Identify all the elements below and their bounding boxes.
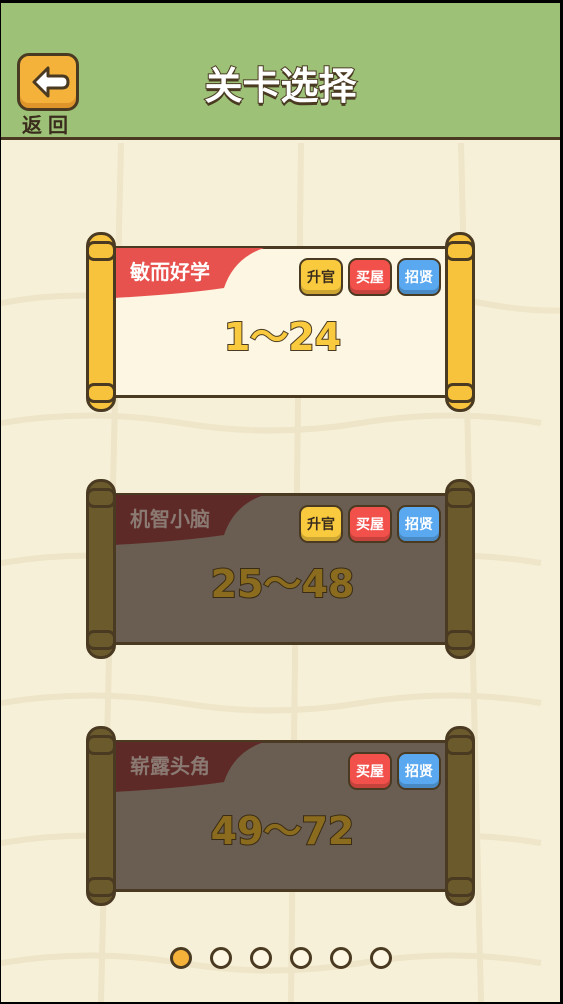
level-name: 敏而好学 [130,260,210,284]
scroll-rod-right [445,479,475,659]
level-name: 机智小脑 [130,507,210,531]
level-name: 崭露头角 [130,754,210,778]
reward-badges: 升官 买屋 招贤 [299,505,441,543]
badge-recruit: 招贤 [397,752,441,790]
page-title: 关卡选择 [203,63,357,109]
page-dot[interactable] [249,947,272,969]
level-range: 1～24 [223,314,342,360]
reward-badges: 升官 买屋 招贤 [299,258,441,296]
scroll-rod-left [86,232,116,412]
level-scroll-1[interactable]: 敏而好学 升官 买屋 招贤 1～24 [86,232,479,412]
badge-recruit: 招贤 [397,258,441,296]
level-select-screen: 返回 关卡选择 敏而好学 升官 买屋 招贤 1～24 机智小脑 升官 买屋 招贤… [1,3,560,1002]
page-dot[interactable] [289,947,312,969]
scroll-rod-left [86,726,116,906]
header-bar: 返回 关卡选择 [1,3,560,140]
badge-house: 买屋 [348,752,392,790]
level-scroll-2[interactable]: 机智小脑 升官 买屋 招贤 25～48 [86,479,479,659]
page-dot[interactable] [329,947,352,969]
scroll-rod-left [86,479,116,659]
page-dot[interactable] [209,947,232,969]
scroll-rod-right [445,726,475,906]
badge-house: 买屋 [348,505,392,543]
badge-house: 买屋 [348,258,392,296]
page-dot[interactable] [169,947,192,969]
badge-promotion: 升官 [299,505,343,543]
level-scroll-3[interactable]: 崭露头角 买屋 招贤 49～72 [86,726,479,906]
back-label: 返回 [22,113,74,137]
level-range: 49～72 [210,808,356,854]
badge-promotion: 升官 [299,258,343,296]
badge-recruit: 招贤 [397,505,441,543]
reward-badges: 买屋 招贤 [348,752,441,790]
scroll-rod-right [445,232,475,412]
page-dot[interactable] [369,947,392,969]
page-indicator [1,947,560,969]
level-range: 25～48 [210,561,356,607]
